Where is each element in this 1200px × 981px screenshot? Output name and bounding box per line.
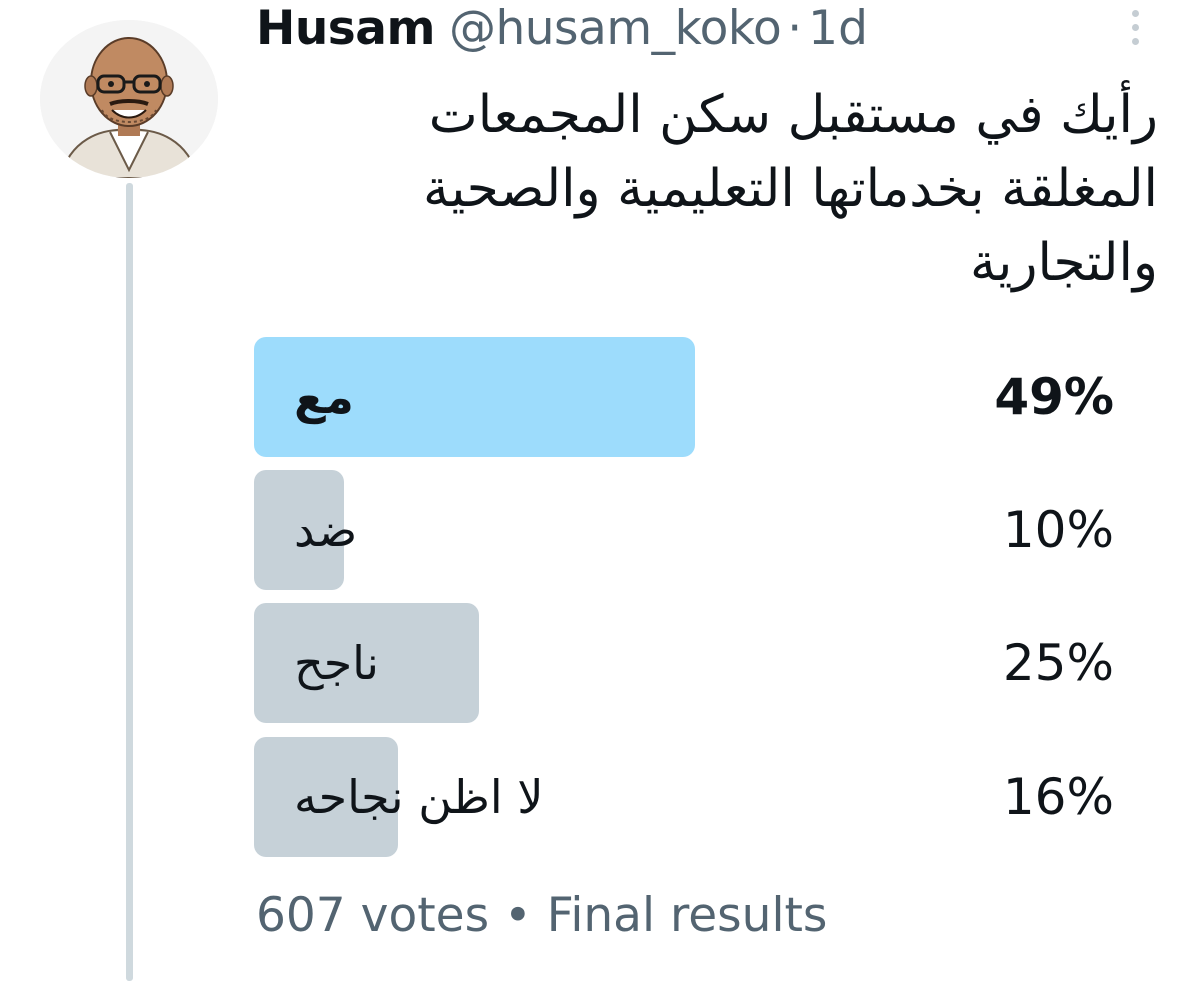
poll-footer: 607 votes • Final results: [256, 888, 827, 943]
poll-option-percent: 16%: [1002, 768, 1114, 826]
author-handle[interactable]: @husam_koko: [449, 1, 782, 56]
poll-status: Final results: [546, 888, 828, 943]
poll-option-label: ضد: [294, 503, 358, 557]
thread-connector-line: [126, 183, 133, 981]
header-separator: ·: [787, 0, 803, 56]
poll-option[interactable]: مع 49%: [254, 337, 1114, 457]
poll-option[interactable]: لا اظن نجاحه 16%: [254, 737, 1114, 857]
tweet-timestamp[interactable]: 1d: [808, 1, 868, 56]
tweet-header: Husam @husam_koko · 1d: [256, 0, 868, 56]
poll-option-percent: 25%: [1002, 634, 1114, 692]
more-dots-vertical-icon[interactable]: [1122, 8, 1150, 48]
poll-option-label: لا اظن نجاحه: [294, 770, 544, 824]
poll-footer-separator: •: [504, 888, 532, 943]
poll-option-label: مع: [294, 370, 354, 424]
poll-option[interactable]: ناجح 25%: [254, 603, 1114, 723]
avatar[interactable]: [40, 20, 218, 178]
poll-option[interactable]: ضد 10%: [254, 470, 1114, 590]
avatar-image: [40, 20, 218, 178]
poll-option-percent: 10%: [1002, 501, 1114, 559]
poll-vote-count: 607 votes: [256, 888, 490, 943]
poll-option-percent: 49%: [994, 368, 1114, 426]
author-name[interactable]: Husam: [256, 1, 435, 56]
poll-option-label: ناجح: [294, 636, 379, 690]
tweet-text: رأيك في مستقبل سكن المجمعات المغلقة بخدم…: [423, 85, 1158, 293]
